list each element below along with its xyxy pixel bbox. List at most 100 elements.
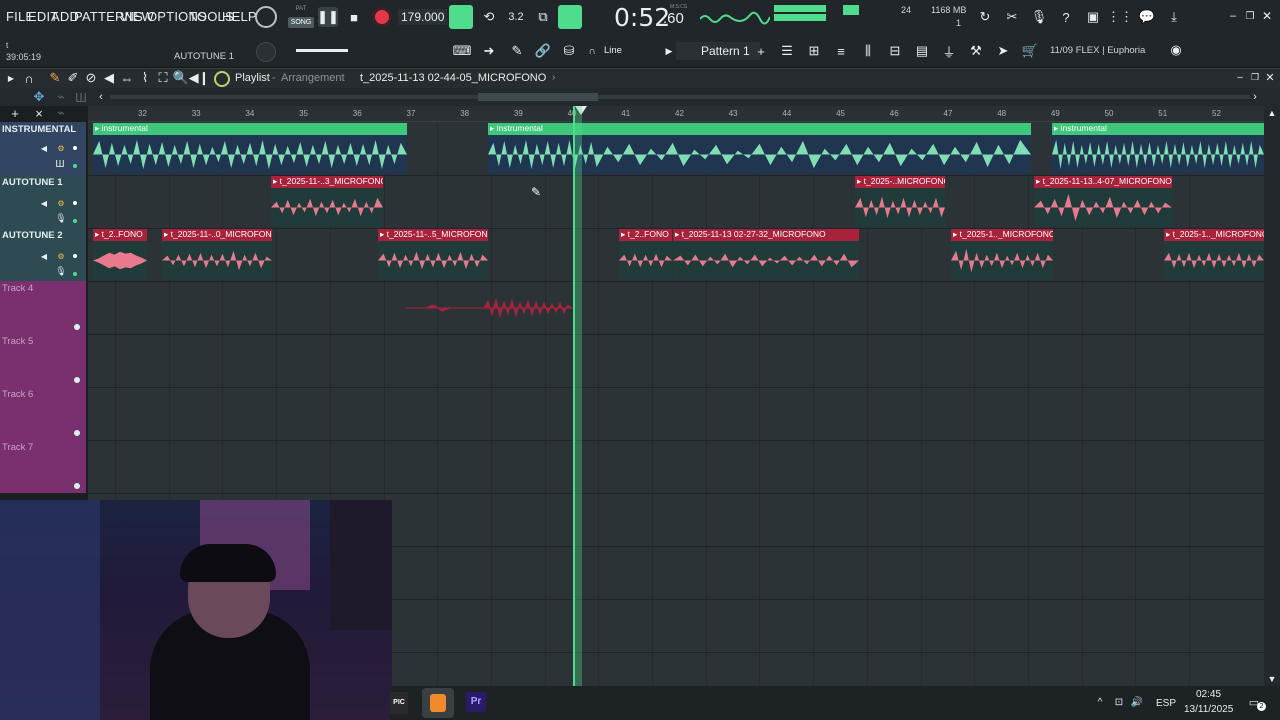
slice-icon[interactable]: ⌇ <box>138 70 152 85</box>
menu-help[interactable]: HELP <box>222 9 257 24</box>
typing-keyboard-icon[interactable]: ⧉ <box>532 7 554 27</box>
cart-icon[interactable]: 🛒 <box>1021 42 1039 60</box>
track-header-4[interactable]: Track 4 <box>0 281 86 334</box>
track-header-autotune1[interactable]: AUTOTUNE 1 ◀ ⚙ 🎙 <box>0 175 86 228</box>
playback-icon[interactable]: ◀❙ <box>189 70 210 85</box>
countdown-button[interactable] <box>558 5 582 29</box>
select-icon[interactable]: ⛶ <box>156 70 170 85</box>
audio-clip[interactable]: ▸ t_2025-1.._MICROFONO <box>1164 229 1264 280</box>
vertical-scrollbar[interactable]: ▲ ▼ <box>1264 106 1280 686</box>
step-edit-icon[interactable]: 3.2 <box>505 7 527 27</box>
language-indicator[interactable]: ESP <box>1156 698 1176 709</box>
sliders-icon[interactable]: ⫼ <box>859 42 877 60</box>
record-arm-icon[interactable] <box>73 146 77 150</box>
zoom-icon[interactable]: 🔍 <box>173 70 189 85</box>
playlist-subtitle[interactable]: Arrangement <box>281 72 345 84</box>
audio-clip[interactable]: ▸ t_2025-11-..3_MICROFONO <box>271 176 383 227</box>
download-icon[interactable]: ⤓ <box>1164 7 1184 27</box>
network-icon[interactable]: ⊡ <box>1112 694 1126 710</box>
track-header-autotune2[interactable]: AUTOTUNE 2 ◀ ⚙ 🎙 <box>0 228 86 281</box>
mixer-view-icon[interactable]: ≡ <box>832 42 850 60</box>
playhead[interactable] <box>573 106 582 686</box>
pitch-knob[interactable] <box>256 42 276 62</box>
mute-icon[interactable]: ◀ <box>38 142 50 154</box>
recording-waveform[interactable] <box>406 294 574 322</box>
horizontal-scrollbar[interactable] <box>110 93 1250 101</box>
play-pattern-icon[interactable]: ▶ <box>664 44 674 58</box>
taskbar-flstudio[interactable] <box>422 688 454 718</box>
track-header-7[interactable]: Track 7 <box>0 440 86 493</box>
instrumental-clip[interactable]: ▸ instrumental <box>488 123 1031 174</box>
scroll-left-icon[interactable]: ‹ <box>96 90 106 104</box>
cut-icon[interactable]: ✂ <box>1002 7 1022 27</box>
microphone-icon[interactable]: 🎙 <box>1029 7 1049 27</box>
record-arm-icon[interactable] <box>73 254 77 258</box>
mixer-icon[interactable]: ⋮⋮ <box>1107 7 1133 27</box>
track-header-instrumental[interactable]: INSTRUMENTAL ◀ ⚙ Ш <box>0 122 86 175</box>
pattern-selector[interactable]: Pattern 1 <box>676 42 760 60</box>
slip-icon[interactable]: ⇔ <box>120 71 134 86</box>
snap-selector[interactable]: Line <box>604 45 622 56</box>
record-arm-icon[interactable] <box>73 201 77 205</box>
pencil-icon[interactable]: ✎ <box>48 70 62 85</box>
audio-clip[interactable]: ▸ t_2025-1.._MICROFONO <box>951 229 1053 280</box>
current-clip-name[interactable]: t_2025-11-13 02-44-05_MICROFONO <box>360 72 546 84</box>
piano-roll-icon[interactable]: ⌨ <box>452 42 472 60</box>
fx-icon[interactable]: ⚙ <box>55 250 67 262</box>
move-icon[interactable]: ✥ <box>32 89 46 104</box>
add-track-icon[interactable]: + <box>8 106 22 121</box>
pause-icon[interactable]: ❚❚ <box>317 7 339 27</box>
save-icon[interactable]: ▣ <box>1083 7 1103 27</box>
track-header-6[interactable]: Track 6 <box>0 387 86 440</box>
tempo-display[interactable]: 179.000 <box>398 9 448 25</box>
pat-mode-label[interactable]: PAT <box>288 6 314 17</box>
tray-chevron-icon[interactable]: ^ <box>1094 694 1106 710</box>
magnet-icon[interactable]: ∩ <box>586 44 598 58</box>
audio-clip[interactable]: ▸ t_2025-11-..0_MICROFONO <box>162 229 272 280</box>
scroll-up-icon[interactable]: ▲ <box>1266 106 1278 120</box>
audio-clip[interactable]: ▸ t_2..FONO <box>93 229 147 280</box>
audio-clip[interactable]: ▸ t_2..FONO <box>619 229 672 280</box>
undo-history-icon[interactable]: ↻ <box>975 7 995 27</box>
fx-icon[interactable]: ⚙ <box>55 142 67 154</box>
minimize-icon[interactable]: – <box>1226 9 1240 23</box>
playlist-menu-arrow-icon[interactable]: ▶ <box>6 71 16 85</box>
timeline-ruler[interactable]: 32 33 34 35 36 37 38 39 40 41 42 43 44 45 46 47 48 49 50 51… <box>88 106 1264 122</box>
mute-icon[interactable]: ◀ <box>38 197 50 209</box>
flex-news[interactable]: 11/09 FLEX | Euphoria <box>1050 45 1145 56</box>
maximize-icon[interactable]: ❐ <box>1243 9 1257 23</box>
metronome-button[interactable] <box>449 5 473 29</box>
scroll-thumb[interactable] <box>478 93 598 101</box>
tool-icon[interactable]: ⚒ <box>967 42 985 60</box>
instrumental-clip[interactable]: ▸ instrumental <box>93 123 407 174</box>
audio-clip[interactable]: ▸ t_2025-11-13 02-27-32_MICROFONO <box>673 229 859 280</box>
add-pattern-icon[interactable]: + <box>754 43 768 59</box>
master-pitch-slider[interactable] <box>296 49 348 52</box>
stop-icon[interactable]: ■ <box>344 7 364 27</box>
song-mode-button[interactable]: SONG <box>288 17 314 28</box>
delete-icon[interactable]: ⊘ <box>84 70 98 85</box>
loop-record-icon[interactable]: ⟲ <box>478 7 500 27</box>
draw-icon[interactable]: ✎ <box>508 42 526 60</box>
arrow-right-icon[interactable]: ➜ <box>480 42 498 60</box>
file-icon[interactable]: ▤ <box>913 42 931 60</box>
premiere-icon[interactable]: Pr <box>466 692 486 712</box>
globe-icon[interactable]: ◉ <box>1168 42 1184 58</box>
track-header-5[interactable]: Track 5 <box>0 334 86 387</box>
volume-icon[interactable]: 🔊 <box>1130 694 1144 710</box>
paint-icon[interactable]: ✐ <box>66 70 80 85</box>
audio-clip[interactable]: ▸ t_2025-..MICROFONO <box>855 176 945 227</box>
clock-time[interactable]: 02:45 <box>1196 689 1221 700</box>
playlist-maximize-icon[interactable]: ❐ <box>1249 71 1261 83</box>
link-icon[interactable]: 🔗 <box>534 42 552 60</box>
clock-date[interactable]: 13/11/2025 <box>1184 704 1233 715</box>
song-time[interactable]: 0:52 <box>614 3 670 32</box>
remove-track-icon[interactable]: × <box>32 106 46 121</box>
playlist-minimize-icon[interactable]: – <box>1234 71 1246 83</box>
instrumental-clip[interactable]: ▸ instrumental <box>1052 123 1264 174</box>
send-icon[interactable]: ➤ <box>994 42 1012 60</box>
fx-icon[interactable]: ⚙ <box>55 197 67 209</box>
browser-icon[interactable]: ⊟ <box>886 42 904 60</box>
chat-icon[interactable]: 💬 <box>1137 7 1157 27</box>
taskbar-app-icon[interactable]: PIC <box>390 692 408 714</box>
